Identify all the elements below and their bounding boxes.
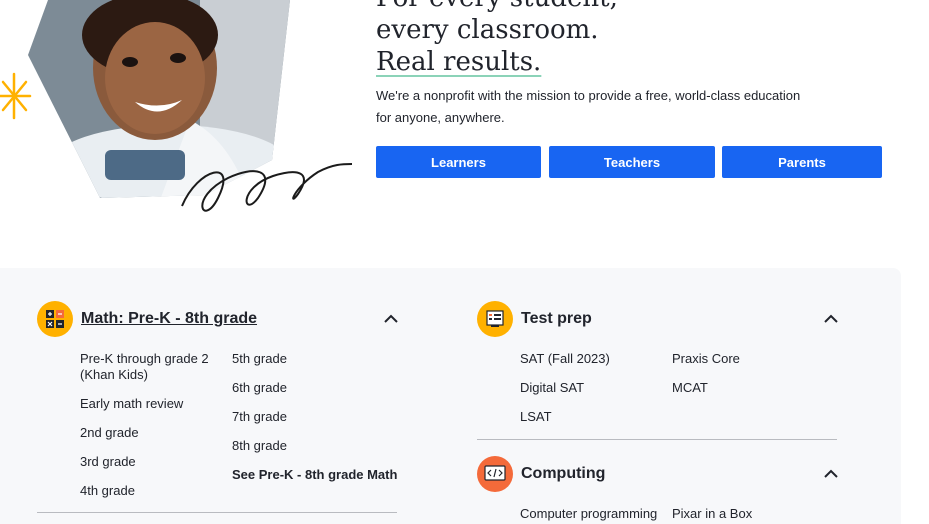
math-item[interactable]: Early math review (80, 396, 183, 412)
computing-item[interactable]: Computer programming (520, 506, 657, 522)
sparkle-decoration-icon (0, 72, 32, 120)
learners-button[interactable]: Learners (376, 146, 541, 178)
hero-headline: For every student, every classroom. Real… (376, 0, 618, 78)
math-item[interactable]: 4th grade (80, 483, 135, 499)
computing-item[interactable]: Pixar in a Box (672, 506, 752, 522)
test-prep-item[interactable]: MCAT (672, 380, 708, 396)
math-item[interactable]: 8th grade (232, 438, 287, 454)
math-item[interactable]: 7th grade (232, 409, 287, 425)
headline-line-2: every classroom. (376, 15, 599, 45)
math-item[interactable]: 3rd grade (80, 454, 136, 470)
test-prep-icon (477, 301, 513, 337)
see-all-math-link[interactable]: See Pre-K - 8th grade Math (232, 467, 397, 483)
math-item[interactable]: Pre-K through grade 2 (80, 351, 209, 367)
test-prep-item[interactable]: Digital SAT (520, 380, 584, 396)
math-item[interactable]: 5th grade (232, 351, 287, 367)
chevron-up-icon[interactable] (824, 314, 838, 324)
squiggle-decoration-icon (181, 163, 353, 212)
category-test-prep-header[interactable]: Test prep (477, 301, 592, 337)
test-prep-item[interactable]: LSAT (520, 409, 552, 425)
math-calculator-icon (37, 301, 73, 337)
headline-line-1: For every student, (376, 0, 618, 14)
math-item[interactable]: (Khan Kids) (80, 367, 148, 383)
math-item[interactable]: 2nd grade (80, 425, 139, 441)
test-prep-item[interactable]: SAT (Fall 2023) (520, 351, 610, 367)
chevron-up-icon[interactable] (384, 314, 398, 324)
math-item[interactable]: 6th grade (232, 380, 287, 396)
category-computing-header[interactable]: Computing (477, 456, 605, 492)
teachers-button[interactable]: Teachers (549, 146, 715, 178)
category-math-header[interactable]: Math: Pre-K - 8th grade (37, 301, 257, 337)
test-prep-divider (477, 439, 837, 440)
hero-section: For every student, every classroom. Real… (0, 0, 929, 268)
headline-line-3: Real results. (376, 47, 542, 77)
category-computing-title[interactable]: Computing (521, 465, 605, 483)
category-math-title[interactable]: Math: Pre-K - 8th grade (81, 310, 257, 328)
test-prep-item[interactable]: Praxis Core (672, 351, 740, 367)
chevron-up-icon[interactable] (824, 469, 838, 479)
mission-statement: We're a nonprofit with the mission to pr… (376, 88, 801, 125)
parents-button[interactable]: Parents (722, 146, 882, 178)
subjects-panel: Math: Pre-K - 8th grade Pre-K through gr… (0, 268, 901, 524)
code-icon (477, 456, 513, 492)
math-divider (37, 512, 397, 513)
category-test-prep-title[interactable]: Test prep (521, 310, 592, 328)
